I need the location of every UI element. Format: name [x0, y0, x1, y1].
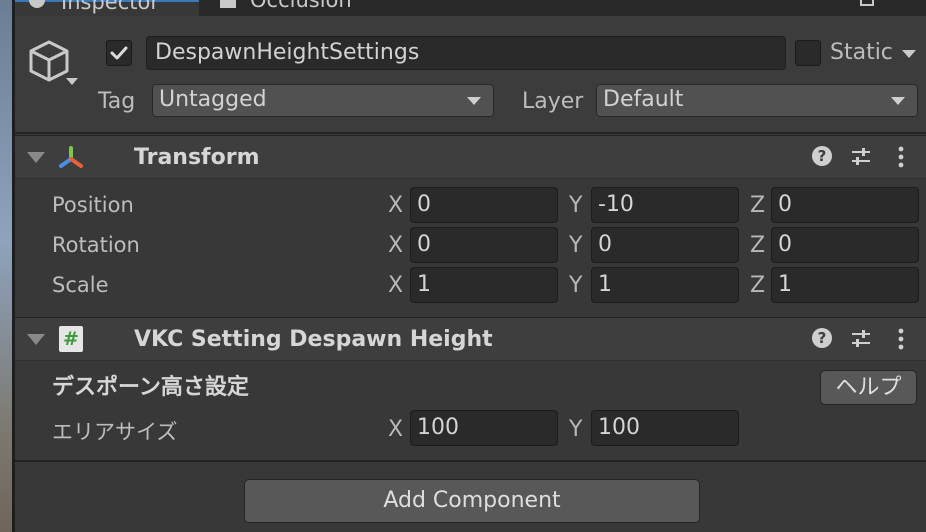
rotation-label: Rotation [52, 233, 140, 257]
occlusion-icon [220, 0, 236, 8]
axis-z-label[interactable]: Z [750, 233, 765, 258]
foldout-arrow-icon[interactable] [27, 152, 45, 163]
rotation-z-field[interactable]: 0 [771, 227, 919, 263]
axis-y-label[interactable]: Y [569, 273, 582, 298]
checkmark-icon [110, 46, 128, 60]
tab-inspector[interactable]: Inspector [15, 0, 199, 16]
help-icon[interactable]: ? [812, 328, 832, 348]
tab-occlusion[interactable]: Occlusion [210, 0, 410, 16]
kebab-menu-icon[interactable] [896, 327, 906, 351]
tab-occlusion-label: Occlusion [250, 0, 352, 12]
area-y-field[interactable]: 100 [591, 410, 739, 446]
layer-dropdown-value: Default [603, 87, 684, 112]
rotation-x-field[interactable]: 0 [410, 227, 558, 263]
component-divider [15, 460, 926, 462]
position-y-field[interactable]: -10 [591, 187, 739, 223]
presets-icon[interactable] [850, 146, 872, 168]
object-name-field[interactable]: DespawnHeightSettings [146, 36, 786, 70]
axis-y-label[interactable]: Y [569, 193, 582, 218]
script-icon: # [59, 326, 83, 352]
axis-x-label[interactable]: X [388, 233, 403, 258]
info-icon [29, 0, 45, 8]
position-z-field[interactable]: 0 [771, 187, 919, 223]
help-icon[interactable]: ? [812, 146, 832, 166]
kebab-menu-icon[interactable] [896, 145, 906, 169]
scene-view-edge [0, 0, 12, 532]
vkc-setting-title: VKC Setting Despawn Height [134, 327, 493, 352]
scale-label: Scale [52, 273, 109, 297]
chevron-down-icon [467, 97, 481, 105]
transform-icon [59, 146, 83, 168]
chevron-down-icon [891, 97, 905, 105]
transform-header[interactable]: Transform ? [15, 135, 926, 179]
scale-y-field[interactable]: 1 [591, 267, 739, 303]
vkc-setting-header[interactable]: # VKC Setting Despawn Height ? [15, 317, 926, 361]
active-checkbox[interactable] [106, 40, 132, 66]
axis-y-label[interactable]: Y [569, 233, 582, 258]
static-label[interactable]: Static [830, 40, 893, 65]
transform-title: Transform [134, 145, 260, 170]
tag-dropdown-value: Untagged [159, 87, 267, 112]
help-button[interactable]: ヘルプ [820, 370, 917, 405]
presets-icon[interactable] [850, 328, 872, 350]
area-size-label: エリアサイズ [52, 420, 178, 444]
section-title: デスポーン高さ設定 [52, 375, 249, 400]
tag-dropdown[interactable]: Untagged [152, 84, 494, 117]
area-x-field[interactable]: 100 [410, 410, 558, 446]
scale-z-field[interactable]: 1 [771, 267, 919, 303]
icon-dropdown-arrow[interactable] [66, 78, 78, 85]
tab-inspector-label: Inspector [61, 0, 159, 14]
layer-dropdown[interactable]: Default [596, 84, 918, 117]
axis-y-label[interactable]: Y [569, 417, 582, 442]
axis-x-label[interactable]: X [388, 193, 403, 218]
axis-x-label[interactable]: X [388, 417, 403, 442]
rotation-y-field[interactable]: 0 [591, 227, 739, 263]
axis-z-label[interactable]: Z [750, 273, 765, 298]
layer-label: Layer [522, 89, 584, 114]
axis-z-label[interactable]: Z [750, 193, 765, 218]
axis-x-label[interactable]: X [388, 273, 403, 298]
add-component-button[interactable]: Add Component [244, 479, 700, 523]
scale-x-field[interactable]: 1 [410, 267, 558, 303]
foldout-arrow-icon[interactable] [27, 334, 45, 345]
position-label: Position [52, 193, 134, 217]
static-dropdown-arrow[interactable] [902, 50, 916, 58]
tag-label: Tag [98, 89, 136, 114]
more-options-icon[interactable] [898, 0, 910, 6]
position-x-field[interactable]: 0 [410, 187, 558, 223]
maximize-icon[interactable] [860, 0, 874, 6]
static-checkbox[interactable] [795, 40, 821, 66]
